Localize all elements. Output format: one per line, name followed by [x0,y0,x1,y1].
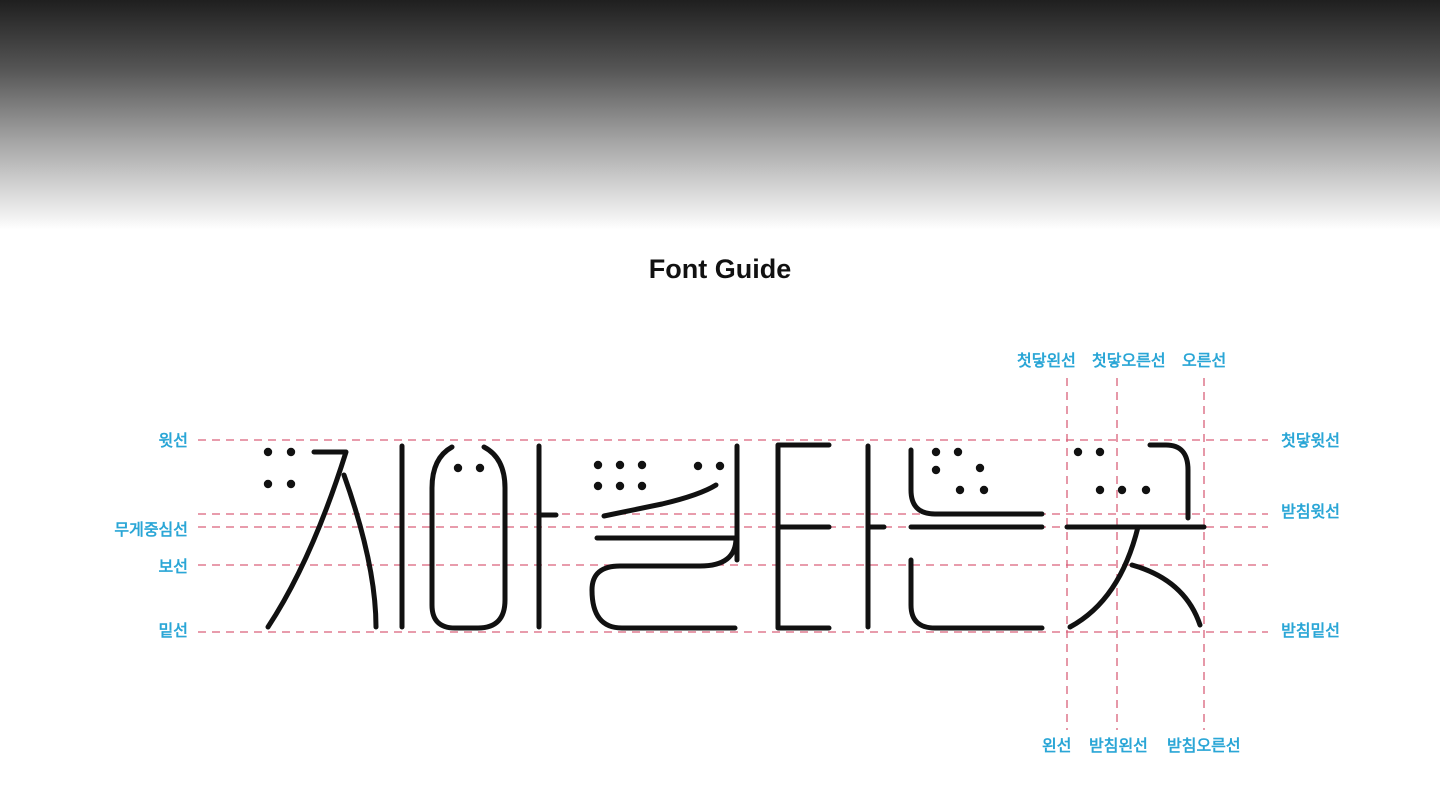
dot [693,461,703,471]
dot [615,460,625,470]
dot [975,463,985,473]
glyph-cheol-rieul [589,535,739,631]
glyph-neun-nieun-top [908,447,1045,517]
glyph-got-giyeok [1147,442,1191,521]
font-guide-diagram [198,378,1268,730]
dot [979,485,989,495]
glyph-got-siot-right [1129,562,1203,628]
dot [286,479,296,489]
dot [953,447,963,457]
glyph-a-ieung [429,444,508,631]
dot [286,447,296,457]
dot [615,481,625,491]
dot [593,460,603,470]
glyph-ji-jieut [265,449,349,630]
glyph-ta-tieut-frame [775,442,832,631]
dot [637,460,647,470]
dot [263,479,273,489]
dot [715,461,725,471]
glyph-ji-leg [341,472,379,630]
dot [1141,485,1151,495]
dot [1073,447,1083,457]
dot [637,481,647,491]
glyph-got-siot-left [1067,524,1141,630]
dot [931,465,941,475]
glyph-neun-nieun-bottom [908,557,1045,631]
dot [453,463,463,473]
glyph-strokes [265,442,1207,631]
dot [593,481,603,491]
dot [263,447,273,457]
dot [931,447,941,457]
dot [1095,485,1105,495]
dot [475,463,485,473]
dot [955,485,965,495]
dot [1117,485,1127,495]
dot [1095,447,1105,457]
